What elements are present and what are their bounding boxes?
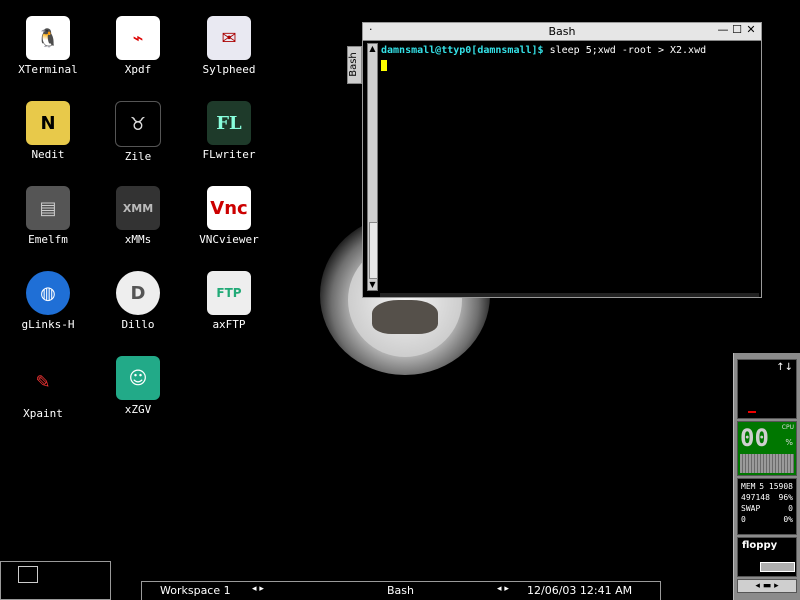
desktop-pager[interactable] <box>0 561 111 600</box>
icon-label: Dillo <box>121 318 155 331</box>
minimize-icon[interactable]: — <box>717 24 729 36</box>
close-icon[interactable]: ✕ <box>745 24 757 36</box>
logo-figure <box>372 300 438 334</box>
task-bash[interactable]: Bash <box>387 584 414 597</box>
scroll-down-icon[interactable]: ▼ <box>368 280 377 290</box>
tux-icon: 🐧 <box>26 16 70 60</box>
memory-monitor: MEM 5 15908 497148 96% SWAP 0 0 0% <box>737 478 797 535</box>
mem-pct: 96% <box>778 493 793 502</box>
icon-label: gLinks-H <box>21 318 75 331</box>
desktop-icon-zile[interactable]: ♉ Zile <box>98 101 178 163</box>
floppy-label: floppy <box>742 540 778 551</box>
flwriter-icon: FL <box>207 101 251 145</box>
taskbar: Workspace 1 ◂ ▸ Bash ◂ ▸ 12/06/03 12:41 … <box>141 581 661 600</box>
task-arrows-icon[interactable]: ◂ ▸ <box>497 584 509 594</box>
gnu-icon: ♉ <box>115 101 161 147</box>
desktop-icon-xpaint[interactable]: ✎ Xpaint <box>3 360 83 420</box>
window-shade-tab[interactable]: Bash <box>347 46 362 84</box>
ftp-icon: FTP <box>207 271 251 315</box>
file-cabinet-icon: ▤ <box>26 186 70 230</box>
desktop-icon-nedit[interactable]: N Nedit <box>8 101 88 161</box>
icon-label: Xpaint <box>23 407 63 420</box>
vnc-icon: Vnc <box>207 186 251 230</box>
tab-label: Bash <box>347 52 359 77</box>
clock: 12/06/03 12:41 AM <box>527 584 633 597</box>
desktop-icon-xmms[interactable]: XMM xMMs <box>98 186 178 246</box>
image-viewer-icon: ☺ <box>116 356 160 400</box>
window-titlebar[interactable]: · Bash — ☐ ✕ <box>363 23 761 41</box>
paint-icon: ✎ <box>21 360 65 404</box>
cpu-graph <box>740 454 794 473</box>
icon-label: xMMs <box>124 233 152 246</box>
terminal-output[interactable]: damnsmall@ttyp0[damnsmall]$ sleep 5;xwd … <box>381 44 759 293</box>
desktop-icon-dillo[interactable]: D Dillo <box>98 271 178 331</box>
desktop-icon-xzgv[interactable]: ☺ xZGV <box>98 356 178 416</box>
mail-icon: ✉ <box>207 16 251 60</box>
pdf-icon: ⌁ <box>116 16 160 60</box>
cpu-monitor: 00 CPU % <box>737 421 797 476</box>
editor-icon: N <box>26 101 70 145</box>
desktop-icon-axftp[interactable]: FTP axFTP <box>189 271 269 331</box>
floppy-mount[interactable]: floppy <box>737 537 797 577</box>
maximize-icon[interactable]: ☐ <box>731 24 743 36</box>
shell-prompt: damnsmall@ttyp0[damnsmall]$ <box>381 45 544 56</box>
icon-label: axFTP <box>212 318 246 331</box>
cpu-digits: 00 <box>740 424 769 452</box>
desktop-icon-xterminal[interactable]: 🐧 XTerminal <box>8 16 88 76</box>
desktop-icon-glinks[interactable]: ◍ gLinks-H <box>8 271 88 331</box>
swap-pct: 0% <box>783 515 793 524</box>
desktop-icon-flwriter[interactable]: FL FLwriter <box>189 101 269 161</box>
arrows-icon[interactable]: ◂ ▬ ▸ <box>755 581 778 591</box>
icon-label: xZGV <box>124 403 152 416</box>
swap-value: 0 <box>788 504 793 513</box>
workspace-arrows-icon[interactable]: ◂ ▸ <box>252 584 264 594</box>
dock-bottom-control[interactable]: ◂ ▬ ▸ <box>737 579 797 593</box>
scrollbar-thumb[interactable] <box>369 222 378 279</box>
icon-label: Nedit <box>31 148 65 161</box>
xmms-icon: XMM <box>116 186 160 230</box>
scroll-up-icon[interactable]: ▲ <box>368 44 377 54</box>
terminal-bottom-border <box>380 293 759 297</box>
desktop-icon-xpdf[interactable]: ⌁ Xpdf <box>98 16 178 76</box>
dock: ↑↓ 00 CPU % MEM 5 15908 497148 96% SWAP 0 0… <box>733 353 800 600</box>
network-monitor: ↑↓ <box>737 359 797 419</box>
updown-arrows-icon: ↑↓ <box>776 362 793 373</box>
icon-label: Zile <box>124 150 152 163</box>
workspace-label[interactable]: Workspace 1 <box>160 584 231 597</box>
terminal-scrollbar[interactable]: ▲ ▼ <box>367 43 378 291</box>
cpu-percent: % <box>785 438 793 447</box>
terminal-line: damnsmall@ttyp0[damnsmall]$ sleep 5;xwd … <box>381 44 759 57</box>
icon-label: Xpdf <box>124 63 152 76</box>
terminal-cursor <box>381 60 387 71</box>
mem-label: MEM <box>741 482 756 491</box>
window-title: Bash <box>548 25 576 38</box>
icon-label: FLwriter <box>202 148 256 161</box>
icon-label: Emelfm <box>28 233 68 246</box>
mem-used: 497148 <box>741 493 770 502</box>
icon-label: Sylpheed <box>202 63 256 76</box>
terminal-window[interactable]: · Bash — ☐ ✕ ▲ ▼ damnsmall@ttyp0[damnsma… <box>362 22 762 298</box>
desktop-icon-sylpheed[interactable]: ✉ Sylpheed <box>189 16 269 76</box>
desktop-icon-emelfm[interactable]: ▤ Emelfm <box>8 186 88 246</box>
floppy-icon[interactable] <box>760 562 795 572</box>
icon-label: VNCviewer <box>199 233 259 246</box>
desktop-icon-vncviewer[interactable]: Vnc VNCviewer <box>189 186 269 246</box>
dillo-icon: D <box>116 271 160 315</box>
pager-desk-1[interactable] <box>18 566 38 583</box>
globe-icon: ◍ <box>26 271 70 315</box>
icon-label: XTerminal <box>18 63 78 76</box>
swap-label: SWAP <box>741 504 761 513</box>
cpu-label: CPU <box>781 424 794 431</box>
network-level-bar <box>748 411 756 413</box>
mem-value: 5 15908 <box>759 482 793 491</box>
swap-used: 0 <box>741 515 746 524</box>
shell-command: sleep 5;xwd -root > X2.xwd <box>543 45 707 56</box>
